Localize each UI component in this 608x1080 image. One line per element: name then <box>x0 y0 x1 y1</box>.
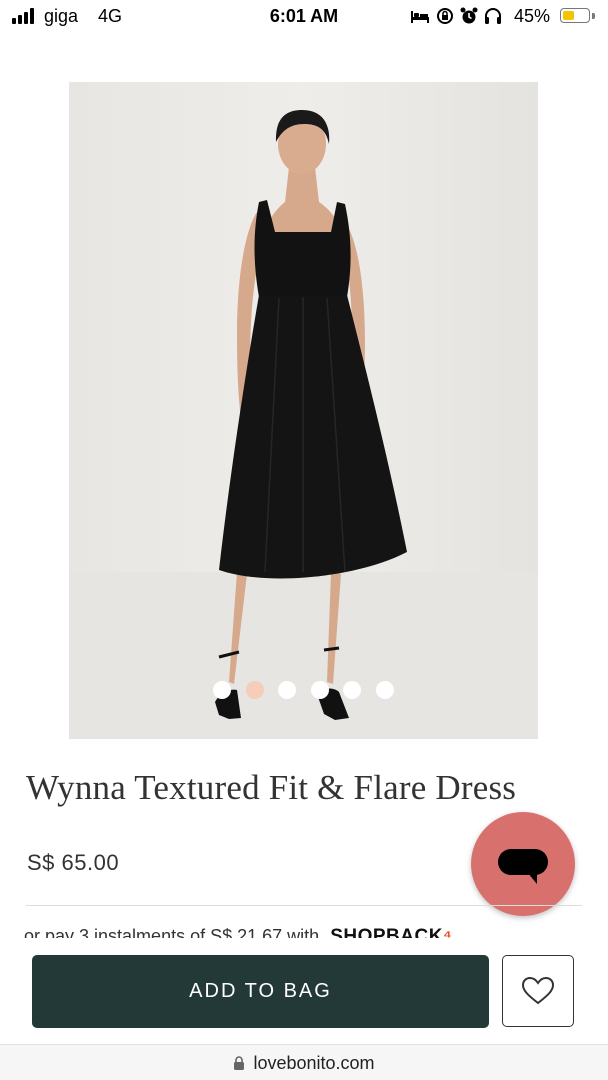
product-price: S$ 65.00 <box>27 850 120 875</box>
battery-icon <box>560 8 590 23</box>
bed-icon <box>411 11 429 23</box>
browser-url-bar[interactable]: lovebonito.com <box>0 1044 608 1080</box>
carousel-dot[interactable] <box>310 681 329 699</box>
status-bar: giga 4G 6:01 AM 45% <box>0 0 608 34</box>
url-text: lovebonito.com <box>253 1053 375 1073</box>
carousel-dot[interactable] <box>343 681 362 699</box>
rotation-lock-icon <box>437 8 453 24</box>
battery-cap <box>592 13 595 19</box>
chat-button[interactable] <box>471 812 575 916</box>
carousel-dot[interactable] <box>376 681 394 699</box>
product-photo <box>69 82 538 739</box>
shopback-logo-mark: ⁴ <box>442 926 452 938</box>
carousel-dot[interactable] <box>278 681 297 699</box>
lock-icon <box>234 1056 245 1070</box>
status-icons <box>410 6 502 26</box>
battery-level-fill <box>562 10 574 20</box>
shopback-logo: SHOPBACK <box>330 926 443 938</box>
carousel-dot[interactable] <box>245 681 264 699</box>
product-title: Wynna Textured Fit & Flare Dress <box>26 768 517 807</box>
installment-info: or pay 3 instalments of S$ 21.67 with SH… <box>24 924 452 938</box>
product-image-carousel[interactable] <box>69 82 538 739</box>
action-bar: ADD TO BAG <box>0 940 608 1044</box>
headphones-icon <box>485 8 501 24</box>
heart-icon <box>521 976 555 1005</box>
chat-bubble-icon <box>498 849 548 875</box>
carousel-dot[interactable] <box>213 681 231 699</box>
wishlist-button[interactable] <box>502 955 574 1027</box>
divider <box>26 905 582 906</box>
chat-bubble-tail <box>527 872 537 884</box>
battery-percent: 45% <box>514 6 551 26</box>
carousel-dots <box>213 681 394 699</box>
installment-text: or pay 3 instalments of S$ 21.67 with <box>24 926 320 938</box>
alarm-icon <box>460 7 478 24</box>
add-to-bag-button[interactable]: ADD TO BAG <box>32 955 489 1028</box>
